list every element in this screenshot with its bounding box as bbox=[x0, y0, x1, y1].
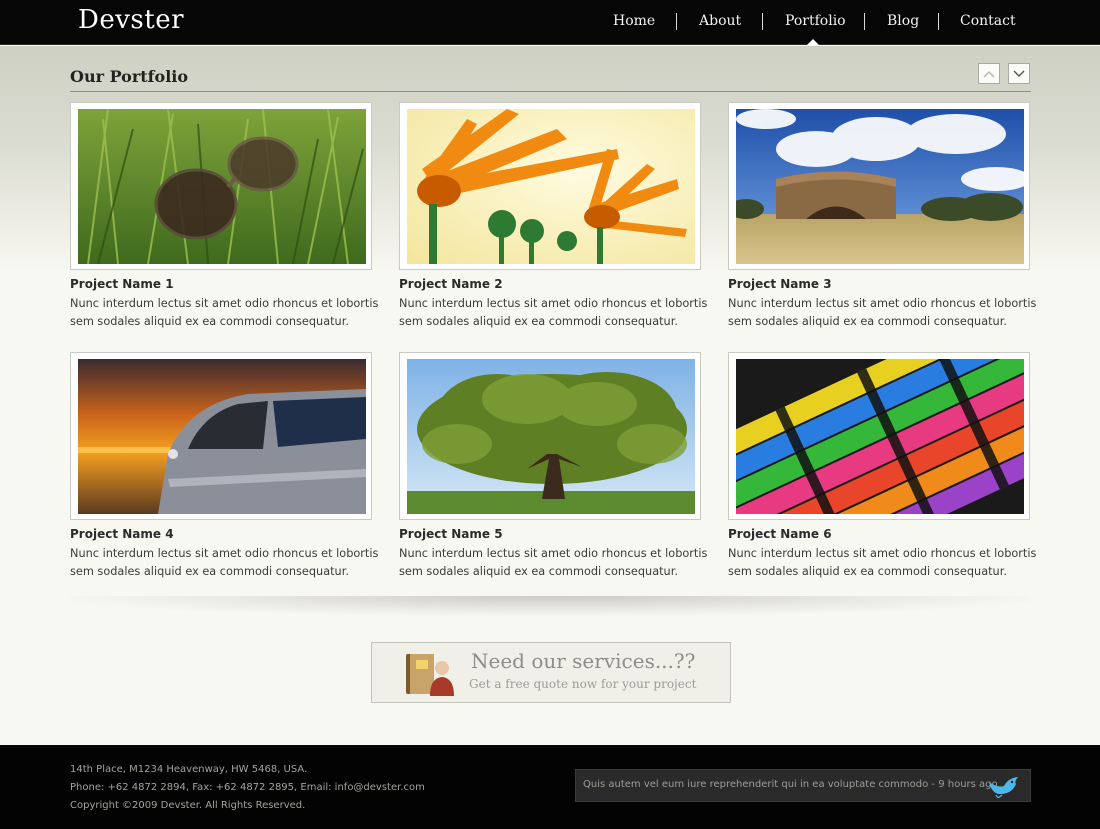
scroll-up-button[interactable] bbox=[978, 63, 1000, 84]
footer-copyright: Copyright ©2009 Devster. All Rights Rese… bbox=[70, 800, 306, 811]
tweet-text: Quis autem vel eum iure reprehenderit qu… bbox=[583, 779, 998, 790]
project-description-line: sem sodales aliquid ex ea commodi conseq… bbox=[399, 565, 678, 578]
cta-subtitle: Get a free quote now for your project bbox=[469, 677, 697, 691]
top-navigation-bar: Devster Home About Portfolio Blog Contac… bbox=[0, 0, 1100, 45]
nav-contact[interactable]: Contact bbox=[960, 13, 1016, 29]
project-description-line: Nunc interdum lectus sit amet odio rhonc… bbox=[70, 547, 379, 560]
project-description: Nunc interdum lectus sit amet odio rhonc… bbox=[399, 295, 709, 331]
project-title[interactable]: Project Name 3 bbox=[728, 277, 832, 291]
orange-flowers-photo bbox=[407, 109, 695, 264]
project-description: Nunc interdum lectus sit amet odio rhonc… bbox=[728, 295, 1038, 331]
nav-separator bbox=[938, 13, 939, 30]
chevron-up-icon bbox=[983, 70, 995, 77]
nav-separator bbox=[864, 13, 865, 30]
project-description-line: sem sodales aliquid ex ea commodi conseq… bbox=[70, 315, 349, 328]
project-description-line: sem sodales aliquid ex ea commodi conseq… bbox=[399, 315, 678, 328]
project-description-line: Nunc interdum lectus sit amet odio rhonc… bbox=[399, 297, 708, 310]
contact-book-icon bbox=[406, 654, 454, 696]
chevron-down-icon bbox=[1013, 70, 1025, 77]
twitter-bird-icon bbox=[989, 777, 1018, 798]
project-thumbnail[interactable] bbox=[399, 352, 701, 520]
nav-blog[interactable]: Blog bbox=[887, 13, 919, 29]
sunglasses-in-grass-photo bbox=[78, 109, 366, 264]
nav-separator bbox=[676, 13, 677, 30]
project-description: Nunc interdum lectus sit amet odio rhonc… bbox=[70, 295, 380, 331]
project-title[interactable]: Project Name 6 bbox=[728, 527, 832, 541]
project-thumbnail[interactable] bbox=[728, 102, 1030, 270]
stone-structure-photo bbox=[736, 109, 1024, 264]
nav-home[interactable]: Home bbox=[613, 13, 655, 29]
project-thumbnail[interactable] bbox=[70, 102, 372, 270]
section-shadow bbox=[70, 596, 1030, 616]
project-description-line: Nunc interdum lectus sit amet odio rhonc… bbox=[728, 547, 1037, 560]
car-at-sunset-photo bbox=[78, 359, 366, 514]
project-description-line: sem sodales aliquid ex ea commodi conseq… bbox=[728, 315, 1007, 328]
section-title: Our Portfolio bbox=[70, 67, 189, 86]
footer: 14th Place, M1234 Heavenway, HW 5468, US… bbox=[0, 745, 1100, 829]
project-description-line: sem sodales aliquid ex ea commodi conseq… bbox=[70, 565, 349, 578]
crayons-photo bbox=[736, 359, 1024, 514]
footer-address: 14th Place, M1234 Heavenway, HW 5468, US… bbox=[70, 764, 308, 775]
project-description: Nunc interdum lectus sit amet odio rhonc… bbox=[728, 545, 1038, 581]
project-title[interactable]: Project Name 5 bbox=[399, 527, 503, 541]
footer-info: 14th Place, M1234 Heavenway, HW 5468, US… bbox=[70, 761, 425, 815]
nav-separator bbox=[762, 13, 763, 30]
scroll-down-button[interactable] bbox=[1008, 63, 1030, 84]
project-title[interactable]: Project Name 4 bbox=[70, 527, 174, 541]
active-nav-pointer bbox=[807, 39, 819, 45]
project-description: Nunc interdum lectus sit amet odio rhonc… bbox=[70, 545, 380, 581]
project-description: Nunc interdum lectus sit amet odio rhonc… bbox=[399, 545, 709, 581]
project-thumbnail[interactable] bbox=[70, 352, 372, 520]
project-description-line: sem sodales aliquid ex ea commodi conseq… bbox=[728, 565, 1007, 578]
nav-about[interactable]: About bbox=[699, 13, 741, 29]
request-quote-button[interactable]: Need our services...?? Get a free quote … bbox=[371, 642, 731, 703]
footer-contact: Phone: +62 4872 2894, Fax: +62 4872 2895… bbox=[70, 782, 425, 793]
project-description-line: Nunc interdum lectus sit amet odio rhonc… bbox=[70, 297, 379, 310]
project-description-line: Nunc interdum lectus sit amet odio rhonc… bbox=[728, 297, 1037, 310]
project-thumbnail[interactable] bbox=[399, 102, 701, 270]
project-description-line: Nunc interdum lectus sit amet odio rhonc… bbox=[399, 547, 708, 560]
oak-tree-photo bbox=[407, 359, 695, 514]
project-title[interactable]: Project Name 2 bbox=[399, 277, 503, 291]
nav-portfolio[interactable]: Portfolio bbox=[785, 13, 846, 29]
project-title[interactable]: Project Name 1 bbox=[70, 277, 174, 291]
site-logo[interactable]: Devster bbox=[78, 5, 184, 35]
project-thumbnail[interactable] bbox=[728, 352, 1030, 520]
latest-tweet[interactable]: Quis autem vel eum iure reprehenderit qu… bbox=[575, 769, 1031, 802]
cta-title: Need our services...?? bbox=[471, 649, 696, 673]
title-divider bbox=[70, 91, 1031, 92]
